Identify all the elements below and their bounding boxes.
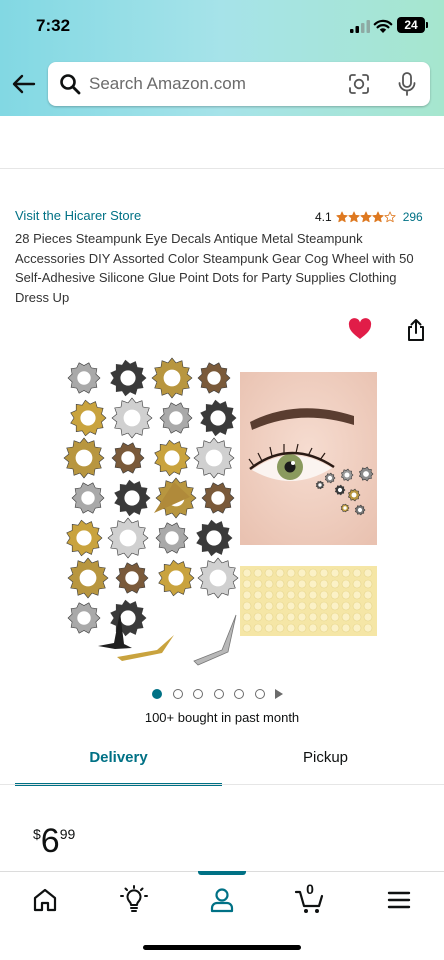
account-icon[interactable] bbox=[206, 884, 238, 916]
cart-count: 0 bbox=[306, 881, 314, 897]
fulfillment-tabs: Delivery Pickup bbox=[15, 740, 429, 786]
search-bar[interactable]: Search Amazon.com bbox=[48, 62, 430, 106]
pagination-dot[interactable] bbox=[234, 689, 244, 699]
bought-count: 100+ bought in past month bbox=[144, 710, 300, 725]
product-image[interactable] bbox=[62, 350, 382, 670]
search-icon bbox=[60, 74, 81, 95]
price: $ 6 99 bbox=[33, 822, 75, 860]
camera-lens-icon[interactable] bbox=[348, 73, 370, 95]
play-video-icon[interactable] bbox=[275, 689, 283, 699]
pagination-dot[interactable] bbox=[152, 689, 162, 699]
divider bbox=[0, 784, 444, 785]
home-icon[interactable] bbox=[29, 884, 61, 916]
active-tab-indicator bbox=[198, 871, 246, 875]
product-title: 28 Pieces Steampunk Eye Decals Antique M… bbox=[15, 231, 414, 305]
wifi-icon bbox=[373, 19, 393, 33]
heart-icon[interactable] bbox=[348, 318, 372, 340]
back-arrow-icon[interactable] bbox=[10, 70, 38, 98]
price-currency: $ bbox=[33, 826, 41, 842]
lightbulb-icon[interactable] bbox=[118, 884, 150, 916]
share-icon[interactable] bbox=[405, 318, 427, 342]
star-icon bbox=[348, 211, 360, 223]
review-count[interactable]: 296 bbox=[403, 210, 423, 224]
store-link[interactable]: Visit the Hicarer Store bbox=[15, 208, 141, 223]
home-indicator bbox=[143, 945, 301, 950]
battery-icon: 24 bbox=[397, 17, 428, 33]
pagination-dot[interactable] bbox=[213, 689, 224, 699]
divider bbox=[0, 168, 444, 169]
app-header: 7:32 24 Search Amazon.com bbox=[0, 0, 444, 116]
star-icon bbox=[360, 211, 372, 223]
image-pagination[interactable] bbox=[152, 688, 283, 700]
price-whole: 6 bbox=[40, 822, 60, 860]
tab-pickup[interactable]: Pickup bbox=[222, 740, 429, 786]
rating-value: 4.1 bbox=[315, 210, 332, 224]
pagination-dot[interactable] bbox=[172, 689, 183, 699]
star-icon bbox=[336, 211, 348, 223]
menu-icon[interactable] bbox=[383, 884, 415, 916]
status-time: 7:32 bbox=[36, 16, 71, 35]
star-icon bbox=[384, 211, 396, 223]
cart-button[interactable]: 0 bbox=[294, 881, 326, 916]
microphone-icon[interactable] bbox=[396, 71, 418, 97]
pagination-dot[interactable] bbox=[193, 689, 203, 699]
cellular-signal-icon bbox=[350, 20, 370, 33]
tab-delivery[interactable]: Delivery bbox=[15, 740, 222, 786]
price-fraction: 99 bbox=[59, 826, 76, 842]
search-input[interactable]: Search Amazon.com bbox=[89, 74, 246, 94]
star-icon bbox=[372, 211, 384, 223]
battery-level: 24 bbox=[404, 18, 418, 32]
status-bar: 7:32 24 bbox=[0, 0, 444, 52]
star-rating bbox=[336, 211, 396, 223]
pagination-dot[interactable] bbox=[254, 689, 265, 699]
rating-summary[interactable]: 4.1 296 bbox=[315, 209, 423, 225]
